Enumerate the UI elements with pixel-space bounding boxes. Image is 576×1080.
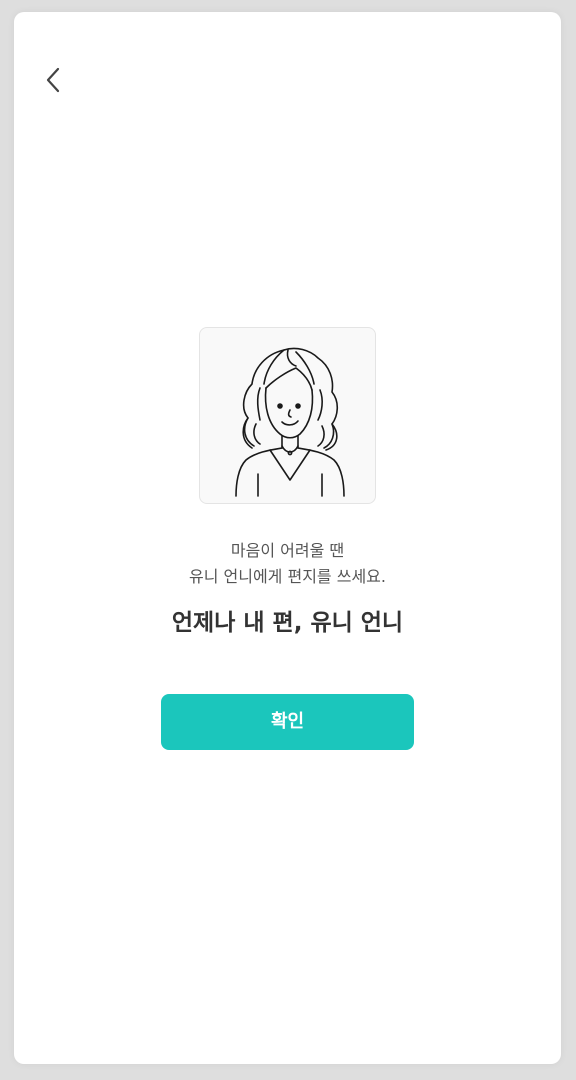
woman-portrait-icon [235, 347, 345, 497]
avatar-illustration [199, 327, 376, 504]
message-line-1: 마음이 어려울 땐 [230, 541, 345, 560]
chevron-left-icon [46, 67, 60, 93]
message-line-2: 유니 언니에게 편지를 쓰세요. [189, 567, 386, 586]
main-card: 마음이 어려울 땐 유니 언니에게 편지를 쓰세요. 언제나 내 편, 유니 언… [14, 12, 561, 1064]
tagline-title: 언제나 내 편, 유니 언니 [171, 610, 404, 636]
back-button[interactable] [42, 66, 66, 94]
confirm-button[interactable]: 확인 [161, 694, 414, 750]
